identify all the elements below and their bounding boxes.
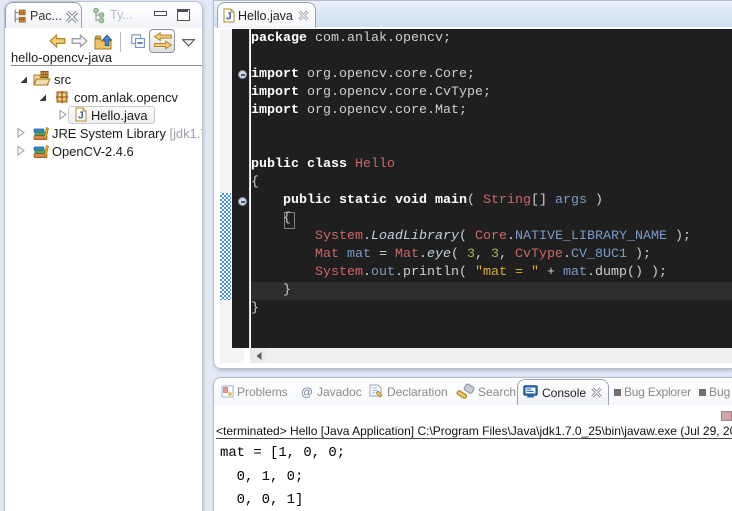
- svg-text:J: J: [226, 12, 232, 23]
- svg-text:J: J: [78, 111, 84, 122]
